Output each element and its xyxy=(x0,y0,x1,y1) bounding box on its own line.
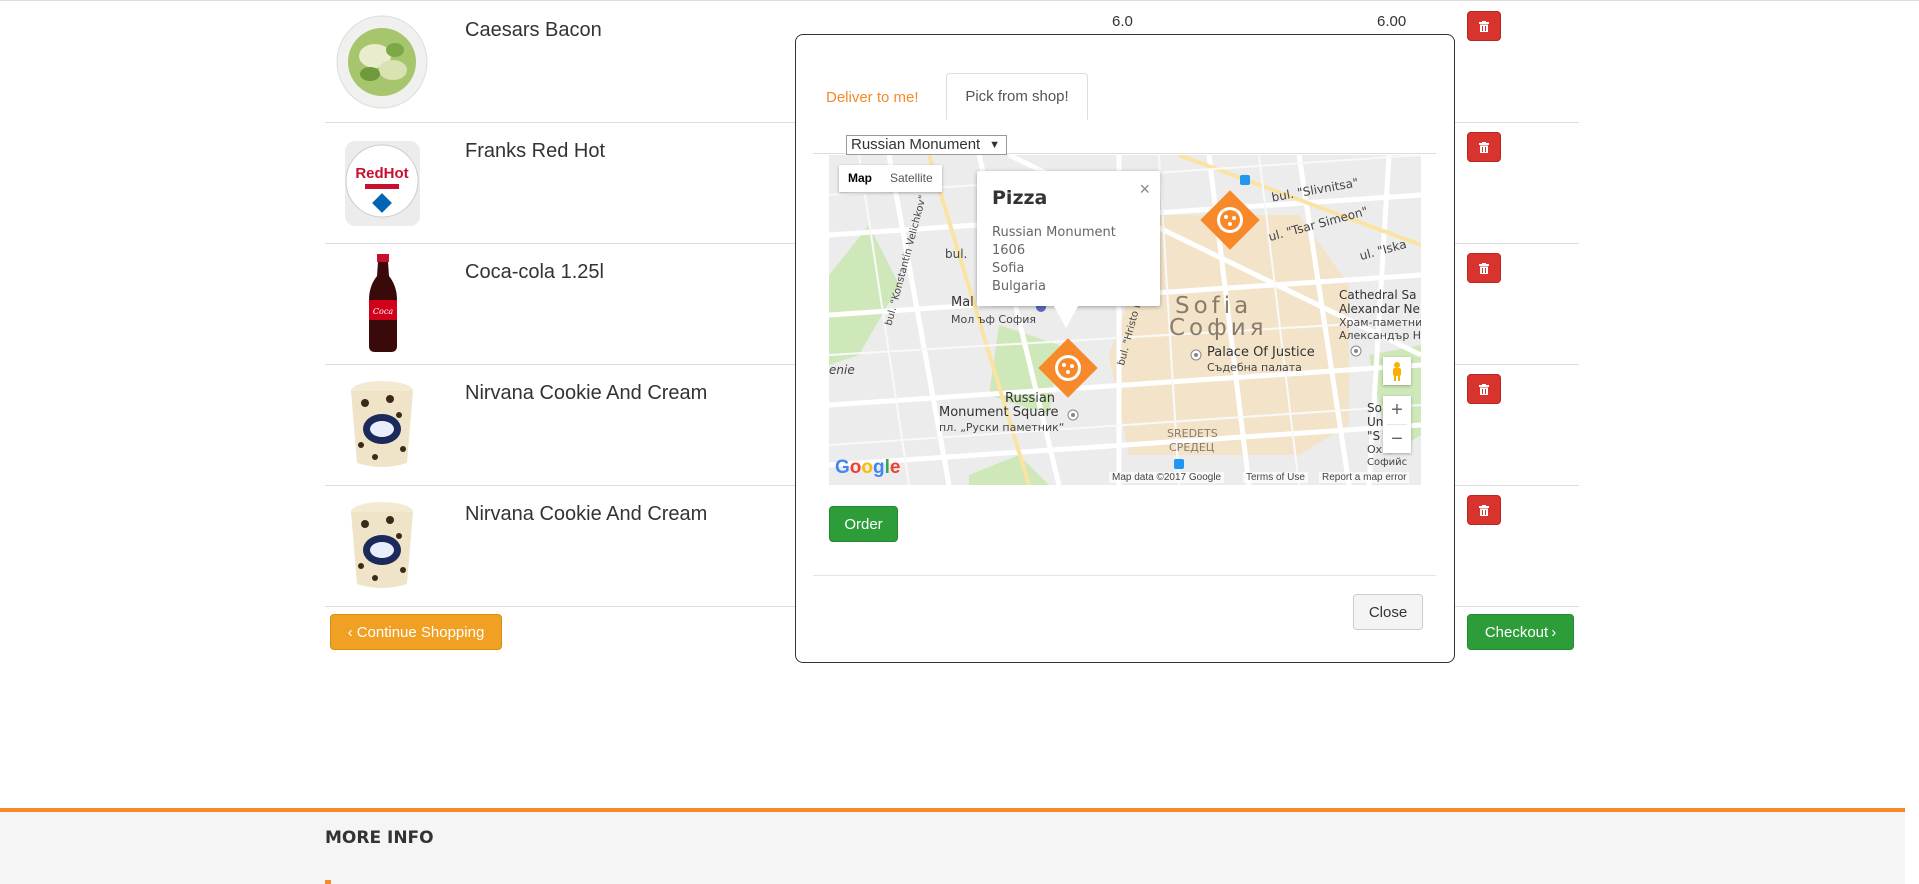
map-poi-label: Съдебна палата xyxy=(1207,361,1302,374)
modal-footer-divider xyxy=(813,575,1436,576)
shop-select-value: Russian Monument xyxy=(851,136,981,153)
landmark-icon xyxy=(1190,349,1202,361)
product-name[interactable]: Nirvana Cookie And Cream xyxy=(465,503,707,526)
continue-shopping-button[interactable]: ‹ Continue Shopping xyxy=(330,614,502,650)
svg-text:Coca: Coca xyxy=(373,307,393,316)
map-poi-label: "S xyxy=(1367,429,1381,443)
footer-title: MORE INFO xyxy=(325,828,434,848)
cola-bottle-image: Coca xyxy=(369,254,397,352)
landmark-icon xyxy=(1350,345,1362,357)
zoom-in-button[interactable]: + xyxy=(1383,396,1411,424)
map-poi-label: Александър Н xyxy=(1339,329,1421,342)
product-name[interactable]: Coca-cola 1.25l xyxy=(465,261,604,284)
salad-image xyxy=(336,15,428,109)
map-poi-label: Ох xyxy=(1367,443,1383,456)
trash-icon xyxy=(1479,383,1489,395)
sauce-image: RedHot xyxy=(345,141,420,226)
checkout-button[interactable]: Checkout › xyxy=(1467,614,1574,650)
map-report-link[interactable]: Report a map error xyxy=(1319,472,1410,483)
info-window-line: Bulgaria xyxy=(992,279,1046,294)
delete-button[interactable] xyxy=(1467,11,1501,41)
metro-icon xyxy=(1067,409,1079,421)
info-window-tail xyxy=(1054,306,1078,328)
close-button[interactable]: Close xyxy=(1353,594,1423,630)
info-window-line: 1606 xyxy=(992,243,1026,258)
svg-text:RedHot: RedHot xyxy=(355,165,408,182)
checkout-label: Checkout xyxy=(1484,623,1549,641)
delete-button[interactable] xyxy=(1467,374,1501,404)
map-street-label: enie xyxy=(829,363,855,377)
google-logo: Google xyxy=(835,457,901,478)
pizza-marker-icon[interactable] xyxy=(1197,187,1263,253)
product-name[interactable]: Franks Red Hot xyxy=(465,140,605,163)
map-street-label: bul. xyxy=(945,247,968,261)
shipping-modal: Deliver to me! Pick from shop! Russian M… xyxy=(795,34,1455,663)
chevron-left-icon: ‹ xyxy=(347,623,353,641)
map-type-map-button[interactable]: Map xyxy=(839,165,881,192)
map-type-control: Map Satellite xyxy=(839,165,942,192)
map-poi-label: Cathedral Sa xyxy=(1339,288,1417,302)
map-poi-label: Mal xyxy=(951,295,974,310)
map-poi-label: Храм-паметни xyxy=(1339,316,1421,329)
map-poi-label: Мол ъф София xyxy=(951,313,1037,326)
tab-pick-from-shop[interactable]: Pick from shop! xyxy=(946,73,1088,120)
zoom-control: + − xyxy=(1383,396,1411,453)
zoom-out-button[interactable]: − xyxy=(1383,425,1411,453)
metro-icon xyxy=(1240,175,1250,185)
map[interactable]: Sofia София bul. "Slivnitsa" ul. "Tsar S… xyxy=(829,155,1421,485)
product-name[interactable]: Caesars Bacon xyxy=(465,19,602,42)
order-button[interactable]: Order xyxy=(829,506,898,542)
ice-cream-image xyxy=(351,381,413,467)
map-type-satellite-button[interactable]: Satellite xyxy=(881,165,942,192)
metro-icon xyxy=(1174,459,1184,469)
pizza-marker-icon[interactable] xyxy=(1035,335,1101,401)
ice-cream-image xyxy=(351,502,413,588)
map-poi-label: Alexandar Ne xyxy=(1339,302,1420,316)
tab-deliver[interactable]: Deliver to me! xyxy=(826,75,919,119)
street-view-pegman-icon[interactable] xyxy=(1383,357,1411,385)
caret-down-icon: ▼ xyxy=(989,139,1000,151)
map-info-window: Pizza × Russian Monument 1606 Sofia Bulg… xyxy=(977,171,1160,306)
info-window-title: Pizza xyxy=(992,187,1048,209)
product-quantity: 6.0 xyxy=(1112,13,1133,30)
chevron-right-icon: › xyxy=(1551,623,1557,641)
close-icon[interactable]: × xyxy=(1139,179,1150,200)
info-window-line: Russian Monument xyxy=(992,225,1116,240)
footer: MORE INFO xyxy=(0,808,1905,884)
map-poi-label: пл. „Руски паметник“ xyxy=(939,421,1065,434)
map-poi-label: Palace Of Justice xyxy=(1207,345,1315,360)
map-attribution: Map data ©2017 Google xyxy=(1109,472,1225,483)
trash-icon xyxy=(1479,141,1489,153)
info-window-line: Sofia xyxy=(992,261,1025,276)
shop-select[interactable]: Russian Monument ▼ xyxy=(846,135,1007,155)
map-city-label-bg: София xyxy=(1169,315,1268,341)
trash-icon xyxy=(1479,262,1489,274)
map-poi-label: Monument Square xyxy=(939,405,1059,420)
map-poi-label: So xyxy=(1367,401,1382,415)
trash-icon xyxy=(1479,20,1489,32)
map-terms-link[interactable]: Terms of Use xyxy=(1243,472,1308,483)
trash-icon xyxy=(1479,504,1489,516)
footer-accent-mark xyxy=(325,880,331,884)
map-poi-label: Софийс xyxy=(1367,457,1408,468)
map-district-label: SREDETS xyxy=(1167,427,1218,440)
map-district-label: СРЕДЕЦ xyxy=(1169,441,1215,454)
continue-shopping-label: Continue Shopping xyxy=(356,623,485,641)
delete-button[interactable] xyxy=(1467,253,1501,283)
delete-button[interactable] xyxy=(1467,132,1501,162)
product-price: 6.00 xyxy=(1377,13,1407,30)
product-name[interactable]: Nirvana Cookie And Cream xyxy=(465,382,707,405)
delete-button[interactable] xyxy=(1467,495,1501,525)
